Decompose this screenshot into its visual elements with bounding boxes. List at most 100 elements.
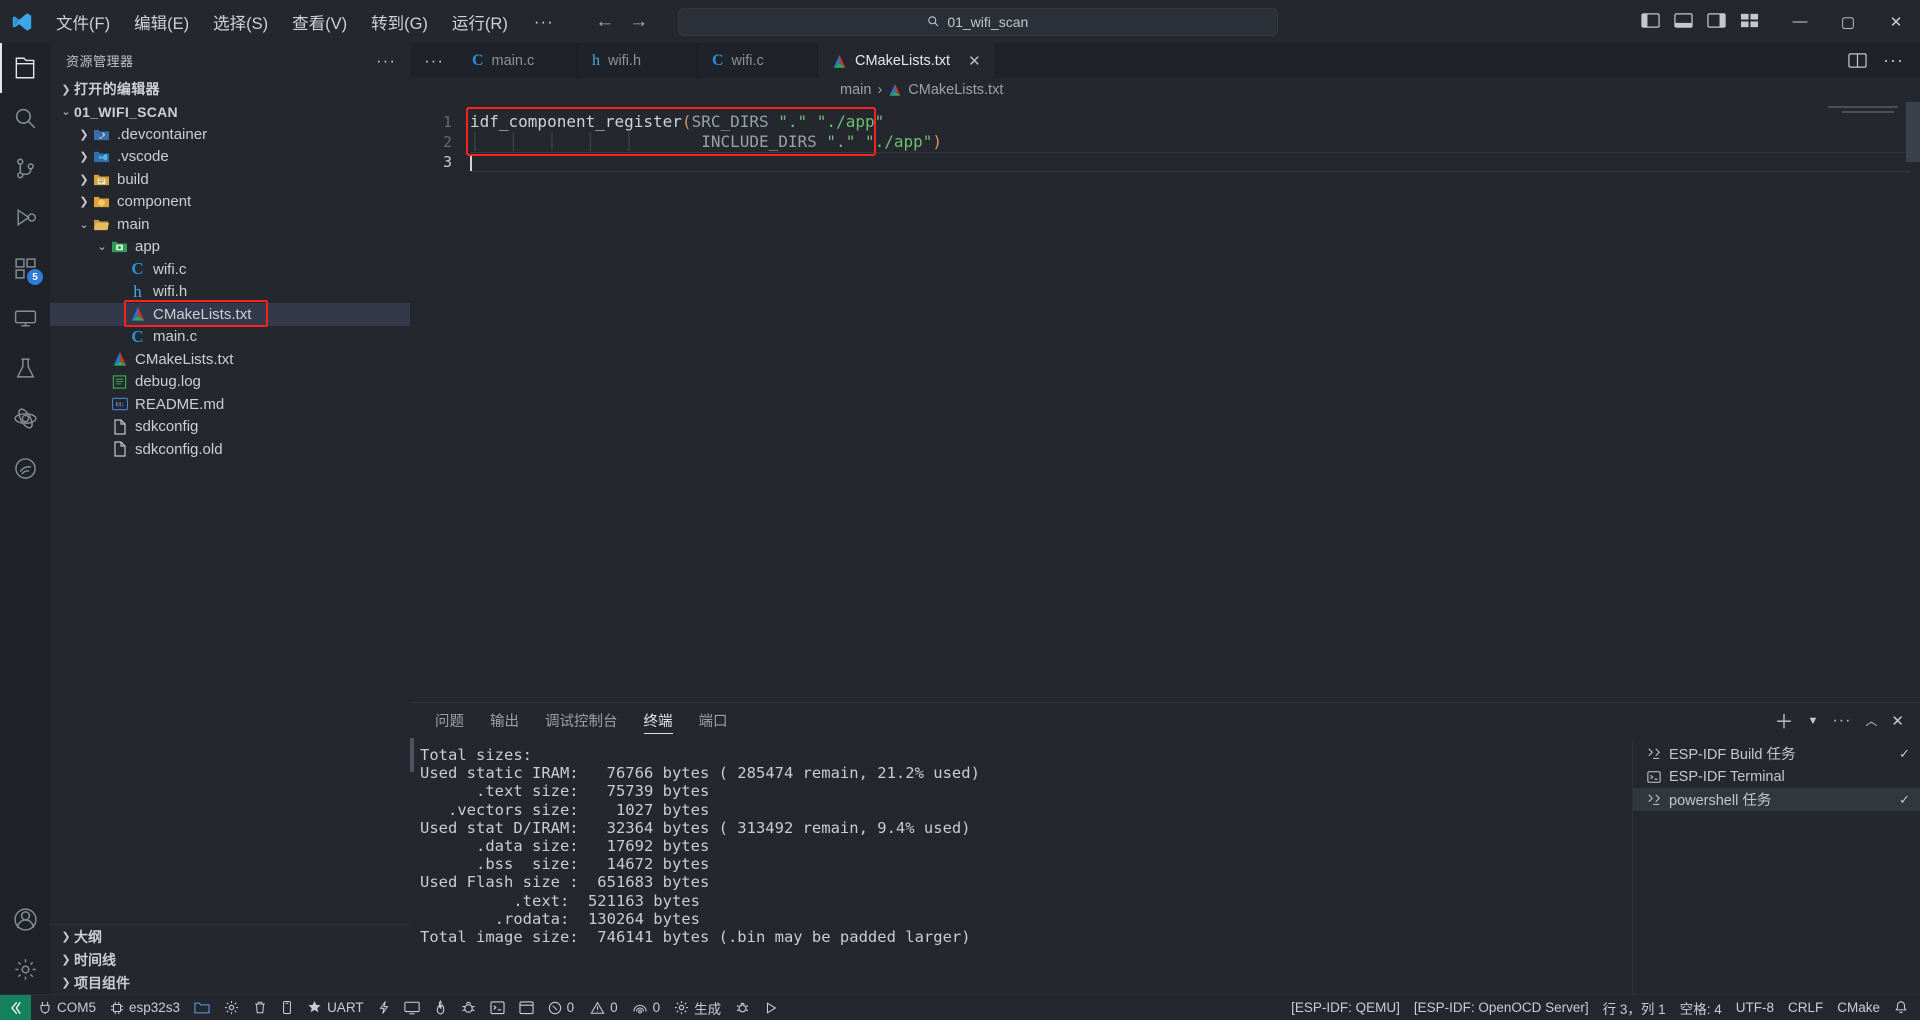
- toggle-primary-sidebar-icon[interactable]: [1641, 12, 1661, 32]
- status-notifications-bell-icon[interactable]: [1887, 995, 1920, 1020]
- breadcrumb-item-main[interactable]: main: [840, 82, 871, 98]
- status-esp-idf-qemu[interactable]: [ESP-IDF: QEMU]: [1284, 995, 1407, 1020]
- tree-item-cmakelists-txt[interactable]: CMakeLists.txt: [50, 303, 410, 326]
- window-close-button[interactable]: ✕: [1872, 0, 1920, 43]
- activity-espressif-icon[interactable]: [0, 443, 50, 493]
- breadcrumb-item-cmakelists[interactable]: CMakeLists.txt: [908, 82, 1003, 98]
- activity-explorer-icon[interactable]: [0, 43, 50, 93]
- menu-go[interactable]: 转到(G): [359, 6, 440, 38]
- status-build-button[interactable]: 生成: [667, 995, 728, 1020]
- activity-remote-explorer-icon[interactable]: [0, 293, 50, 343]
- section-timeline[interactable]: ❯ 时间线: [50, 948, 410, 971]
- minimap[interactable]: [1828, 106, 1906, 116]
- status-flame-icon[interactable]: [427, 995, 454, 1020]
- terminal-instances-list[interactable]: ESP-IDF Build 任务 ✓ ESP-IDF Terminal powe…: [1632, 738, 1920, 994]
- activity-source-control-icon[interactable]: [0, 143, 50, 193]
- terminal-output[interactable]: Total sizes: Used static IRAM: 76766 byt…: [410, 738, 1632, 994]
- status-device-icon[interactable]: [274, 995, 300, 1020]
- activity-search-icon[interactable]: [0, 93, 50, 143]
- status-window-icon[interactable]: [512, 995, 541, 1020]
- tab-close-icon[interactable]: ✕: [968, 52, 981, 70]
- editor-more-actions-icon[interactable]: ···: [1883, 50, 1904, 71]
- toggle-panel-icon[interactable]: [1674, 12, 1694, 32]
- tabs-overflow-icon[interactable]: ···: [410, 43, 458, 78]
- status-terminal-icon[interactable]: [483, 995, 512, 1020]
- panel-tab-output[interactable]: 输出: [477, 703, 532, 738]
- navigate-forward-icon[interactable]: →: [626, 9, 652, 35]
- activity-esp-idf-icon[interactable]: [0, 393, 50, 443]
- activity-run-debug-icon[interactable]: [0, 193, 50, 243]
- tree-item-component[interactable]: ❯ component: [50, 191, 410, 214]
- menu-bar[interactable]: 文件(F) 编辑(E) 选择(S) 查看(V) 转到(G) 运行(R) ···: [44, 6, 568, 38]
- tree-item-wifi-h[interactable]: h wifi.h: [50, 281, 410, 304]
- panel-more-actions-icon[interactable]: ···: [1832, 712, 1851, 730]
- status-monitor-icon[interactable]: [397, 995, 427, 1020]
- status-cursor-position[interactable]: 行 3，列 1: [1596, 995, 1673, 1020]
- tree-item-build[interactable]: ❯ build: [50, 168, 410, 191]
- section-outline[interactable]: ❯ 大纲: [50, 925, 410, 948]
- tree-item-sdkconfig-old[interactable]: sdkconfig.old: [50, 438, 410, 461]
- code-editor[interactable]: 1 idf_component_register(SRC_DIRS "." ".…: [410, 102, 1920, 702]
- toggle-secondary-sidebar-icon[interactable]: [1707, 12, 1727, 32]
- window-maximize-button[interactable]: ▢: [1824, 0, 1872, 43]
- navigation-buttons[interactable]: ← →: [592, 9, 652, 35]
- tree-item-main-c[interactable]: Cmain.c: [50, 326, 410, 349]
- status-fullclean-trash-icon[interactable]: [246, 995, 274, 1020]
- terminal-instance-esp-idf-build[interactable]: ESP-IDF Build 任务 ✓: [1633, 742, 1920, 765]
- activity-extensions-icon[interactable]: 5: [0, 243, 50, 293]
- panel-tab-terminal[interactable]: 终端: [631, 703, 686, 738]
- status-radar-count[interactable]: 0: [625, 995, 668, 1020]
- tree-item-readme-md[interactable]: M↓ README.md: [50, 393, 410, 416]
- status-language-mode[interactable]: CMake: [1830, 995, 1887, 1020]
- status-open-folder-icon[interactable]: [187, 995, 217, 1020]
- status-sdkconfig-gear-icon[interactable]: [217, 995, 246, 1020]
- terminal-instance-powershell[interactable]: powershell 任务 ✓: [1633, 788, 1920, 811]
- tree-item-main[interactable]: ⌄ main: [50, 213, 410, 236]
- split-editor-icon[interactable]: [1848, 52, 1867, 69]
- status-serial-port[interactable]: COM5: [31, 995, 103, 1020]
- menu-selection[interactable]: 选择(S): [201, 6, 280, 38]
- close-panel-icon[interactable]: ✕: [1891, 712, 1904, 730]
- maximize-panel-icon[interactable]: ︿: [1865, 712, 1877, 729]
- file-tree[interactable]: ❯ 打开的编辑器 ⌄ 01_WIFI_SCAN ❯ .devcontainer ❯ .vsco…: [50, 78, 410, 924]
- tree-item-debug-log[interactable]: debug.log: [50, 371, 410, 394]
- menu-file[interactable]: 文件(F): [44, 6, 122, 38]
- customize-layout-icon[interactable]: [1740, 12, 1760, 32]
- status-encoding[interactable]: UTF-8: [1729, 995, 1781, 1020]
- status-debug-icon[interactable]: [454, 995, 483, 1020]
- explorer-more-actions-icon[interactable]: ···: [370, 51, 402, 71]
- tab-cmakelists-txt[interactable]: CMakeLists.txt ✕: [817, 43, 996, 78]
- tree-item-01-wifi-scan[interactable]: ⌄ 01_WIFI_SCAN: [50, 101, 410, 124]
- menu-view[interactable]: 查看(V): [280, 6, 359, 38]
- terminal-instance-esp-idf-terminal[interactable]: ESP-IDF Terminal: [1633, 765, 1920, 788]
- remote-window-indicator[interactable]: [0, 994, 31, 1020]
- tab-main-c[interactable]: C main.c: [457, 43, 578, 78]
- activity-settings-gear-icon[interactable]: [0, 944, 50, 994]
- tree-item-devcontainer[interactable]: ❯ .devcontainer: [50, 123, 410, 146]
- status-indentation[interactable]: 空格: 4: [1673, 995, 1729, 1020]
- status-errors-warnings[interactable]: 0 0: [541, 995, 625, 1020]
- status-bug-icon[interactable]: [728, 995, 757, 1020]
- panel-tab-problems[interactable]: 问题: [422, 703, 477, 738]
- status-play-icon[interactable]: [757, 995, 785, 1020]
- tab-wifi-c[interactable]: C wifi.c: [697, 43, 818, 78]
- panel-tab-debug-console[interactable]: 调试控制台: [532, 703, 631, 738]
- tree-item-app[interactable]: ⌄ app: [50, 236, 410, 259]
- tree-item-cmakelists-txt[interactable]: CMakeLists.txt: [50, 348, 410, 371]
- terminal-scrollbar[interactable]: [410, 738, 414, 772]
- menu-overflow-icon[interactable]: ···: [520, 10, 568, 34]
- command-center-search[interactable]: 01_wifi_scan: [677, 7, 1278, 36]
- new-terminal-icon[interactable]: ＋: [1775, 707, 1794, 734]
- status-flash-icon[interactable]: [371, 995, 397, 1020]
- menu-edit[interactable]: 编辑(E): [122, 6, 201, 38]
- status-flash-method[interactable]: UART: [300, 995, 371, 1020]
- section-project-components[interactable]: ❯ 项目组件: [50, 971, 410, 994]
- search-input-value[interactable]: 01_wifi_scan: [947, 14, 1028, 30]
- window-minimize-button[interactable]: —: [1776, 0, 1824, 43]
- activity-testing-icon[interactable]: [0, 343, 50, 393]
- layout-controls[interactable]: [1641, 12, 1776, 32]
- navigate-back-icon[interactable]: ←: [592, 9, 618, 35]
- status-target-chip[interactable]: esp32s3: [103, 995, 187, 1020]
- status-eol[interactable]: CRLF: [1781, 995, 1830, 1020]
- status-esp-idf-openocd-server[interactable]: [ESP-IDF: OpenOCD Server]: [1407, 995, 1596, 1020]
